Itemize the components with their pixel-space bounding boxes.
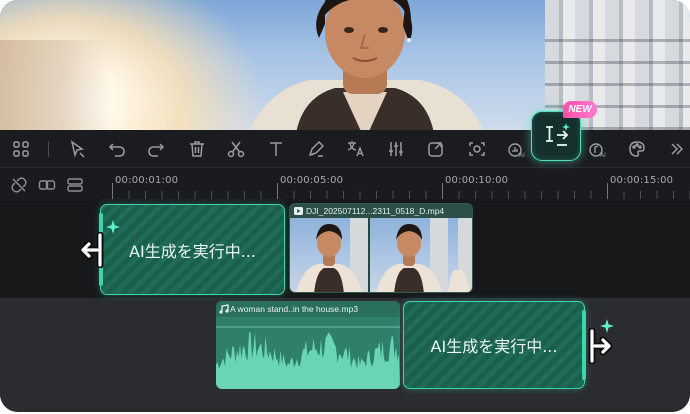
expand-icon[interactable] (667, 139, 687, 159)
ruler-label: 00:00:15:00 (610, 175, 674, 186)
track-layers-icon[interactable] (66, 176, 84, 194)
ruler-label: 00:00:01:00 (115, 175, 179, 186)
audio-adjust-icon[interactable] (386, 139, 406, 159)
video-thumbnail (290, 218, 368, 292)
redo-icon[interactable] (146, 139, 166, 159)
ai-extend-icon (546, 123, 570, 146)
translate-icon[interactable] (346, 139, 366, 159)
video-clip[interactable]: DJI_202507112...2311_0518_D.mp4 (289, 203, 473, 293)
pen-icon[interactable] (306, 139, 326, 159)
video-clip-name: DJI_202507112...2311_0518_D.mp4 (290, 204, 472, 218)
ai-extend-button[interactable] (531, 111, 581, 161)
ai-generation-clip-audio[interactable]: AI生成を実行中... (403, 301, 586, 389)
audio-clip-name-ext: .mp3 (339, 304, 359, 314)
export-frame-icon[interactable] (426, 139, 446, 159)
link-clip-icon[interactable] (38, 176, 56, 194)
ruler-major-tick (442, 183, 443, 199)
new-badge: NEW (563, 101, 597, 118)
text-icon[interactable] (266, 139, 286, 159)
ruler-minor-ticks (112, 191, 690, 199)
building-left (0, 40, 110, 130)
music-note-icon (219, 304, 229, 314)
editor-window: AI AI NEW 00:00:01:00 00:00:05:00 00:00:… (0, 0, 690, 412)
ai-generation-status: AI生成を実行中... (129, 241, 256, 261)
ruler-label: 00:00:05:00 (280, 175, 344, 186)
ruler-major-tick (277, 183, 278, 199)
grid-icon[interactable] (11, 139, 31, 159)
select-arrow-icon[interactable] (68, 139, 88, 159)
svg-text:AI: AI (519, 152, 525, 159)
cut-icon[interactable] (226, 139, 246, 159)
extend-left-icon (80, 232, 104, 268)
video-thumbnail (448, 218, 472, 292)
color-palette-icon[interactable] (627, 139, 647, 159)
preview-person-image (249, 0, 484, 130)
unlink-icon[interactable] (10, 176, 28, 194)
video-type-icon (294, 207, 303, 215)
ruler-major-tick (607, 183, 608, 199)
ai-music-icon[interactable]: AI (588, 139, 608, 159)
audio-clip-name-main: A woman stand..in the house (230, 304, 340, 314)
ruler-label: 00:00:10:00 (445, 175, 509, 186)
video-thumbnail (370, 218, 448, 292)
audio-clip[interactable]: A woman stand..in the house.mp3 (216, 301, 400, 389)
ai-audio-icon[interactable]: AI (507, 139, 527, 159)
ai-generation-status: AI生成を実行中... (430, 337, 558, 356)
audio-clip-name: A woman stand..in the house.mp3 (216, 301, 400, 317)
delete-icon[interactable] (187, 139, 207, 159)
ai-mask-icon[interactable] (467, 139, 487, 159)
toolbar-divider (48, 141, 49, 157)
extend-right-icon (588, 328, 612, 364)
ruler-major-tick (112, 183, 113, 199)
undo-icon[interactable] (107, 139, 127, 159)
audio-waveform (216, 326, 400, 389)
editing-toolbar: AI AI (0, 130, 690, 168)
svg-text:AI: AI (600, 152, 606, 159)
ai-generation-clip-video[interactable]: AI生成を実行中... (99, 204, 285, 295)
timeline-ruler: 00:00:01:00 00:00:05:00 00:00:10:00 00:0… (0, 169, 690, 201)
